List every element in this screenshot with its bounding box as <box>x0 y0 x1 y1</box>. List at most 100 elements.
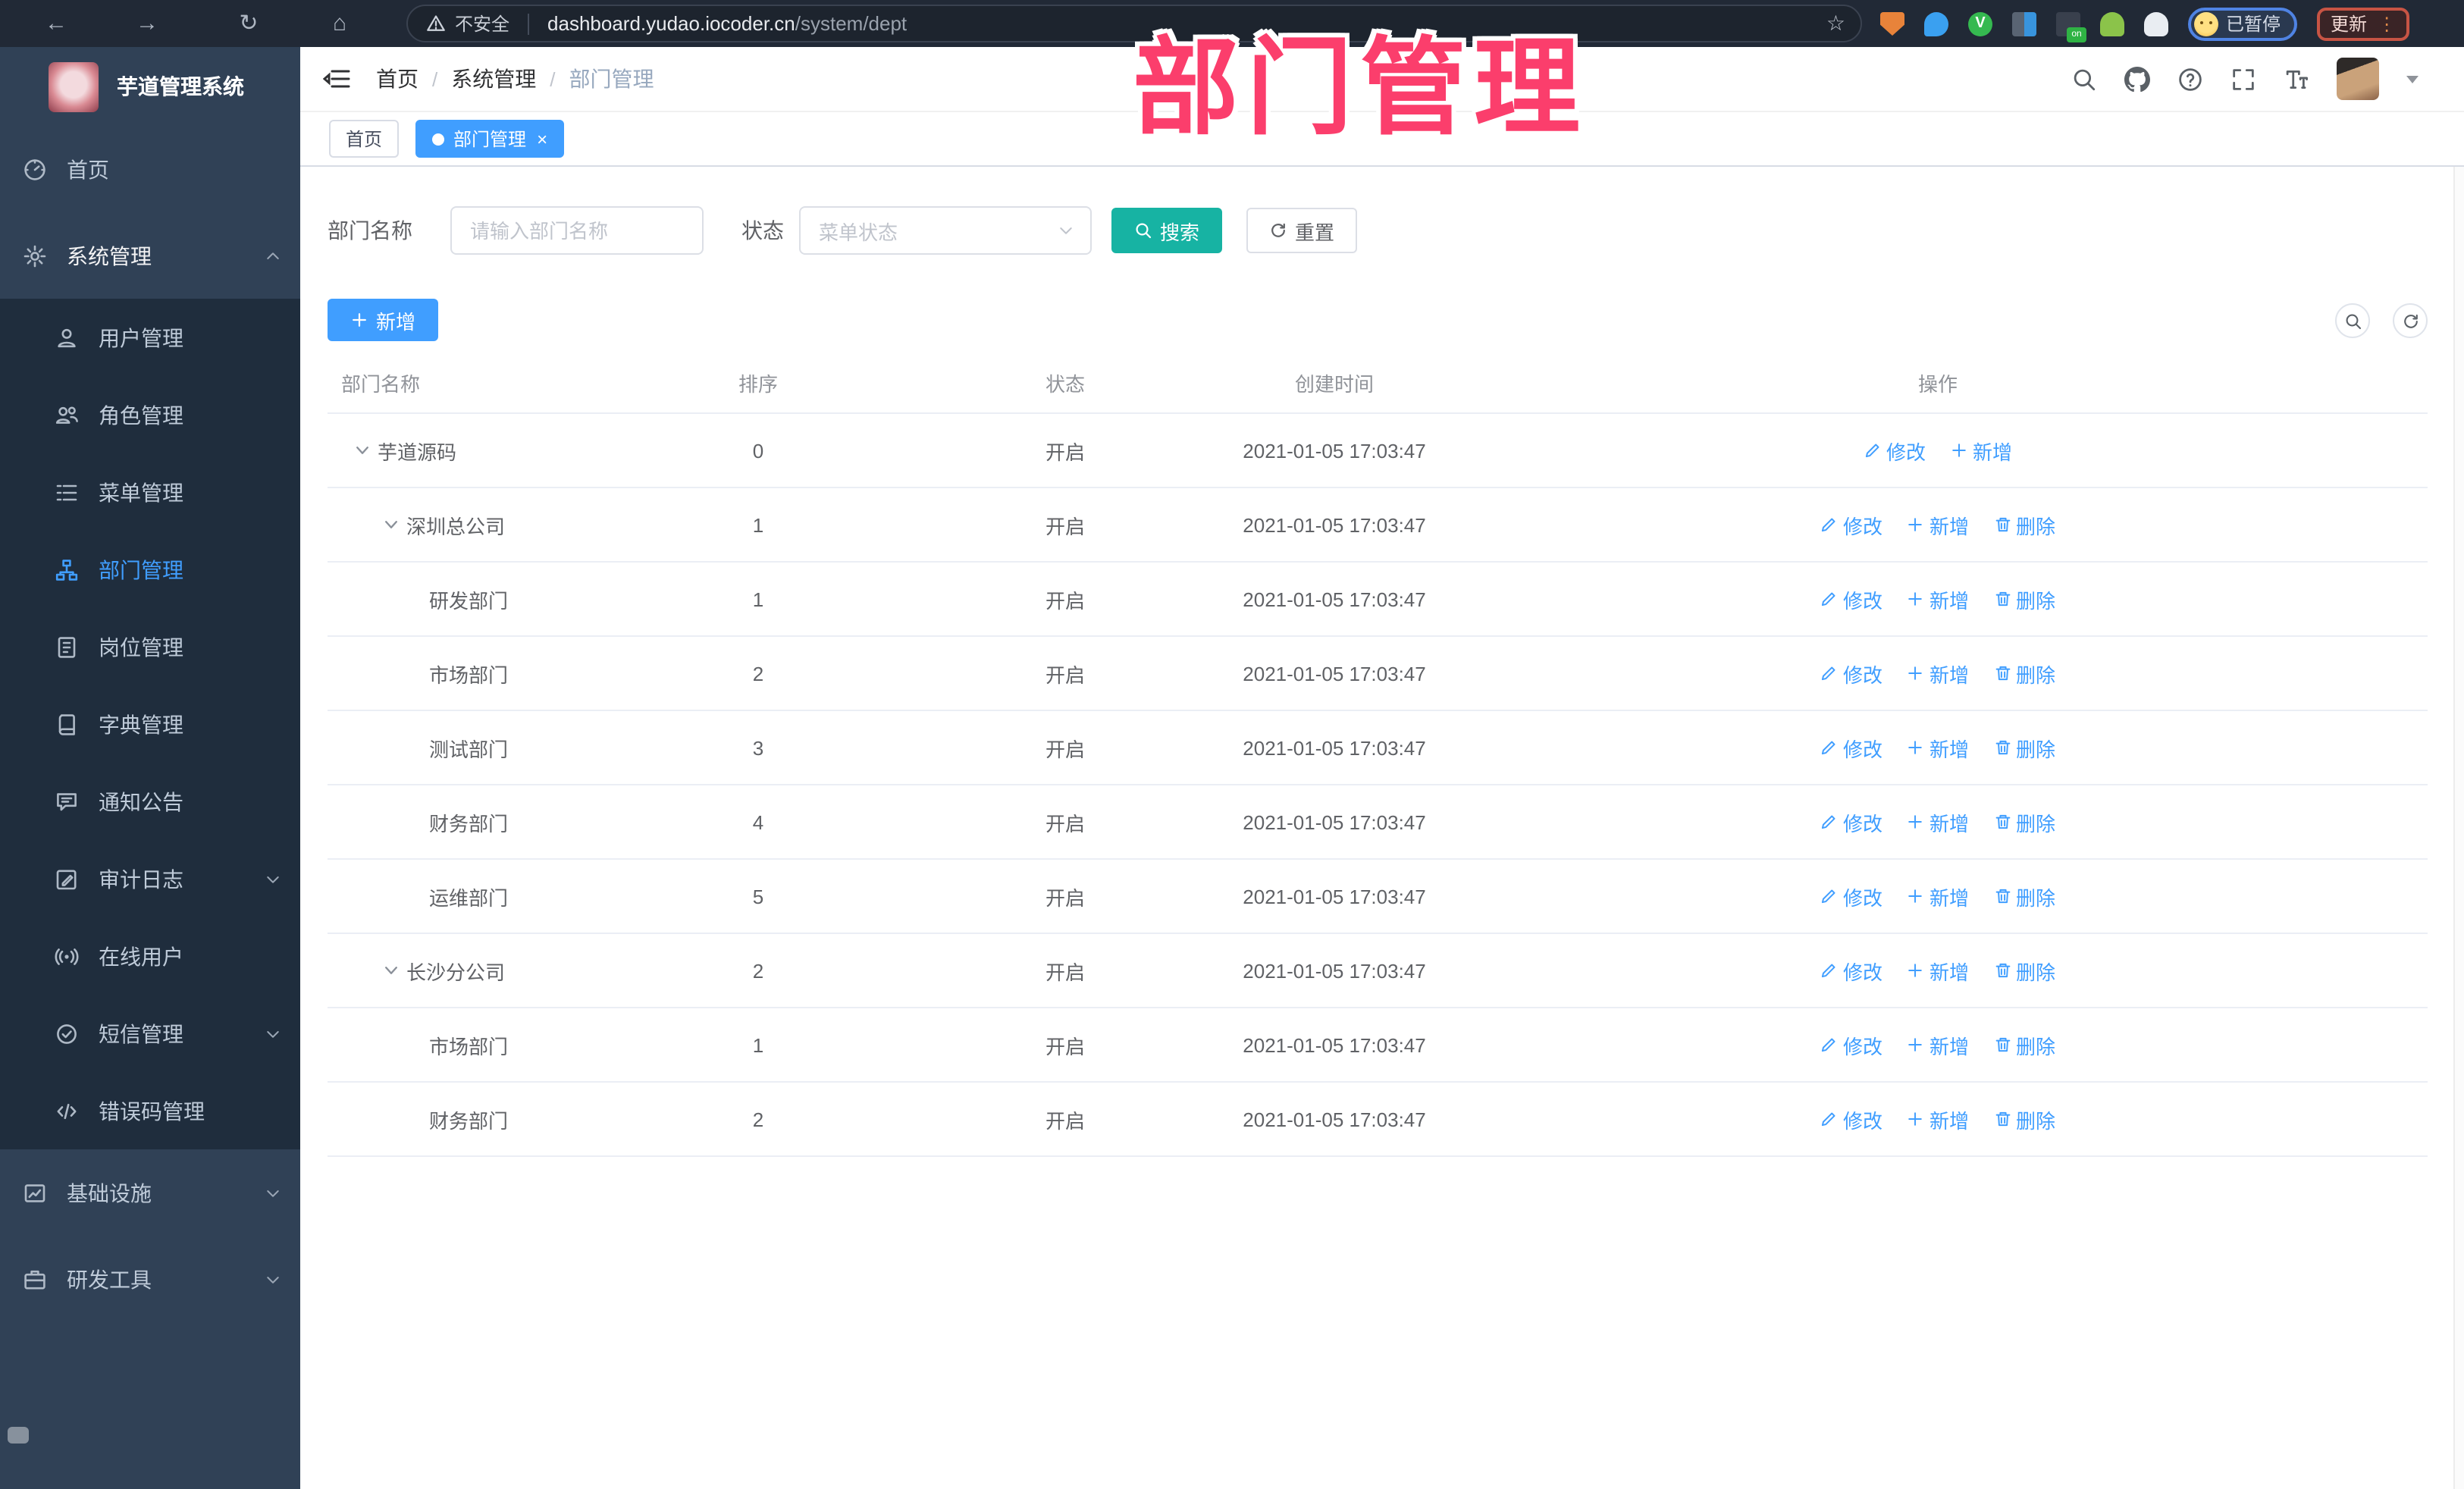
delete-icon <box>1993 590 2011 608</box>
sidebar-item-system[interactable]: 系统管理 <box>0 212 300 299</box>
sidebar-item-sms[interactable]: 短信管理 <box>0 995 300 1072</box>
dept-name-label: 部门名称 <box>328 218 412 243</box>
reset-button[interactable]: 重置 <box>1246 208 1358 253</box>
action-删除[interactable]: 删除 <box>1993 659 2055 688</box>
status-select[interactable]: 菜单状态 <box>799 206 1092 255</box>
action-修改[interactable]: 修改 <box>1820 510 1882 539</box>
sidebar-item-dept[interactable]: 部门管理 <box>0 531 300 608</box>
plus-icon <box>1907 813 1925 831</box>
search-button[interactable]: 搜索 <box>1111 208 1223 253</box>
search-icon[interactable] <box>2071 66 2097 92</box>
avatar-caret-icon[interactable] <box>2406 75 2419 83</box>
action-删除[interactable]: 删除 <box>1993 733 2055 762</box>
action-修改[interactable]: 修改 <box>1820 882 1882 911</box>
sidebar-item-errcode[interactable]: 错误码管理 <box>0 1072 300 1149</box>
refresh-table-button[interactable] <box>2393 303 2428 337</box>
chevron-down-icon <box>264 1024 282 1042</box>
edit-icon <box>1820 813 1839 831</box>
action-修改[interactable]: 修改 <box>1864 436 1926 465</box>
action-修改[interactable]: 修改 <box>1820 659 1882 688</box>
tab-首页[interactable]: 首页 <box>329 120 400 158</box>
action-新增[interactable]: 新增 <box>1950 436 2012 465</box>
action-新增[interactable]: 新增 <box>1907 510 1969 539</box>
action-新增[interactable]: 新增 <box>1907 1105 1969 1133</box>
action-删除[interactable]: 删除 <box>1993 1030 2055 1059</box>
tree-caret-icon[interactable] <box>382 961 400 980</box>
sidebar-item-user[interactable]: 用户管理 <box>0 299 300 376</box>
action-修改[interactable]: 修改 <box>1820 1105 1882 1133</box>
browser-back-icon[interactable]: ← <box>33 0 79 47</box>
browser-update-button[interactable]: 更新 ⋮ <box>2317 7 2410 40</box>
sidebar-item-dict[interactable]: 字典管理 <box>0 685 300 763</box>
actions-cell: 修改 新增 删除 <box>1448 585 2428 613</box>
action-新增[interactable]: 新增 <box>1907 956 1969 985</box>
android-extension-icon[interactable] <box>2100 11 2124 36</box>
browser-profile-chip[interactable]: 已暂停 <box>2188 7 2298 40</box>
help-icon[interactable] <box>2177 66 2203 92</box>
sidebar-item-home[interactable]: 首页 <box>0 126 300 212</box>
app-title: 芋道管理系统 <box>117 74 244 99</box>
dept-name-input[interactable] <box>450 206 704 255</box>
browser-forward-icon[interactable]: → <box>124 0 170 47</box>
drop-extension-icon[interactable] <box>1924 11 1948 36</box>
bookmark-star-icon[interactable]: ☆ <box>1826 11 1845 36</box>
tree-caret-icon[interactable] <box>353 441 371 459</box>
action-删除[interactable]: 删除 <box>1993 956 2055 985</box>
action-删除[interactable]: 删除 <box>1993 585 2055 613</box>
github-icon[interactable] <box>2124 66 2150 92</box>
check-extension-icon[interactable]: V <box>1968 11 1992 36</box>
browser-home-icon[interactable]: ⌂ <box>317 0 362 47</box>
sidebar-item-infra[interactable]: 基础设施 <box>0 1149 300 1236</box>
action-新增[interactable]: 新增 <box>1907 585 1969 613</box>
dept-name-cell: 财务部门 <box>328 807 607 836</box>
action-新增[interactable]: 新增 <box>1907 1030 1969 1059</box>
tab-部门管理[interactable]: 部门管理 × <box>415 120 565 158</box>
tab-active-dot <box>432 133 445 145</box>
action-删除[interactable]: 删除 <box>1993 882 2055 911</box>
breadcrumb-link[interactable]: 系统管理 <box>451 64 536 94</box>
action-新增[interactable]: 新增 <box>1907 882 1969 911</box>
tab-close-icon[interactable]: × <box>537 130 547 148</box>
action-修改[interactable]: 修改 <box>1820 956 1882 985</box>
browser-reload-icon[interactable]: ↻ <box>226 0 271 47</box>
sidebar-item-online[interactable]: 在线用户 <box>0 917 300 995</box>
scrollbar[interactable] <box>2453 167 2464 1489</box>
action-新增[interactable]: 新增 <box>1907 733 1969 762</box>
status-cell: 开启 <box>1045 1109 1085 1132</box>
action-新增[interactable]: 新增 <box>1907 807 1969 836</box>
action-删除[interactable]: 删除 <box>1993 510 2055 539</box>
emoji-avatar <box>2194 11 2218 36</box>
add-button[interactable]: 新增 <box>328 299 439 341</box>
action-修改[interactable]: 修改 <box>1820 585 1882 613</box>
app-logo[interactable]: 芋道管理系统 <box>0 47 300 126</box>
action-修改[interactable]: 修改 <box>1820 733 1882 762</box>
action-修改[interactable]: 修改 <box>1820 1030 1882 1059</box>
sidebar-item-menu[interactable]: 菜单管理 <box>0 453 300 531</box>
sidebar-item-label: 字典管理 <box>99 712 183 736</box>
tree-caret-icon[interactable] <box>382 516 400 534</box>
action-label: 修改 <box>1842 886 1882 909</box>
sidebar-item-devtools[interactable]: 研发工具 <box>0 1236 300 1322</box>
shield-extension-icon[interactable] <box>1880 11 1904 36</box>
action-删除[interactable]: 删除 <box>1993 1105 2055 1133</box>
menu-dots-icon[interactable]: ⋮ <box>2378 13 2396 34</box>
action-新增[interactable]: 新增 <box>1907 659 1969 688</box>
cat-extension-icon[interactable] <box>2144 11 2168 36</box>
edit-icon <box>1864 441 1882 459</box>
breadcrumb-link[interactable]: 首页 <box>376 64 419 94</box>
sidebar-item-notice[interactable]: 通知公告 <box>0 763 300 840</box>
action-修改[interactable]: 修改 <box>1820 807 1882 836</box>
fullscreen-icon[interactable] <box>2230 66 2256 92</box>
sidebar-item-role[interactable]: 角色管理 <box>0 376 300 453</box>
toggle-search-button[interactable] <box>2335 303 2370 337</box>
grid-extension-icon[interactable] <box>2012 11 2036 36</box>
dept-name-cell: 深圳总公司 <box>328 510 607 539</box>
hamburger-icon[interactable] <box>322 67 350 91</box>
switch-extension-icon[interactable]: on <box>2056 11 2086 42</box>
actions-cell: 修改 新增 删除 <box>1448 1105 2428 1133</box>
action-删除[interactable]: 删除 <box>1993 807 2055 836</box>
sidebar-item-audit[interactable]: 审计日志 <box>0 840 300 917</box>
font-size-icon[interactable] <box>2284 66 2309 92</box>
sidebar-item-post[interactable]: 岗位管理 <box>0 608 300 685</box>
user-avatar[interactable] <box>2337 58 2379 100</box>
